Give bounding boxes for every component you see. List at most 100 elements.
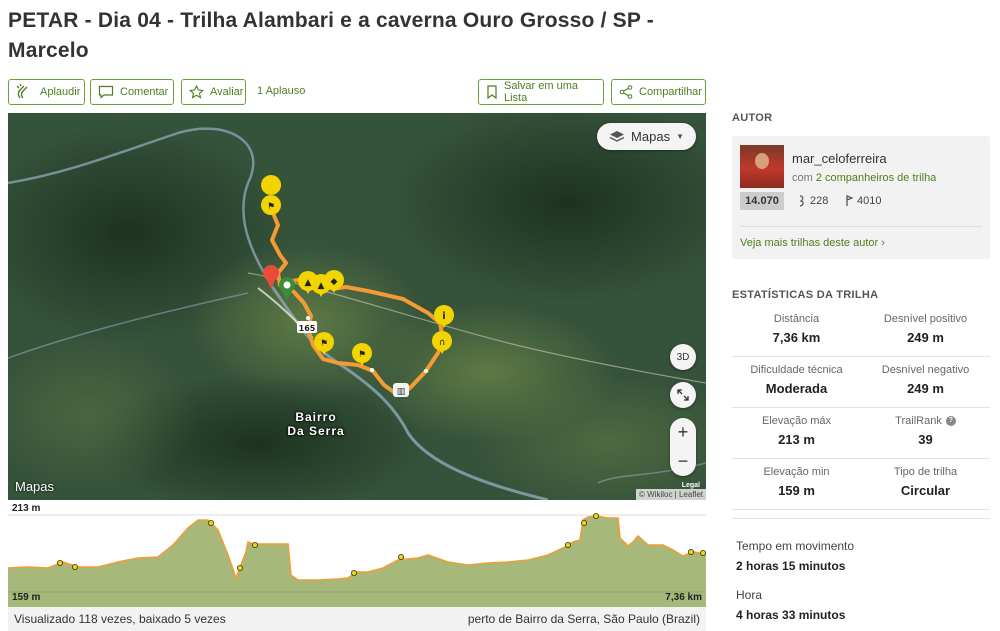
applaud-label: Aplaudir	[40, 86, 81, 98]
place-label-line1: Bairro	[295, 410, 337, 424]
map-3d-button[interactable]: 3D	[670, 344, 696, 370]
save-list-label: Salvar em uma Lista	[504, 80, 578, 104]
followers-icon	[799, 195, 804, 207]
stat-distance: Distância 7,36 km	[732, 306, 861, 356]
trail-footer: Visualizado 118 vezes, baixado 5 vezes p…	[8, 607, 706, 631]
share-icon	[619, 85, 633, 99]
stats-separator	[732, 518, 990, 519]
save-list-button[interactable]: Salvar em uma Lista	[478, 79, 604, 105]
svg-text:⚑: ⚑	[358, 350, 366, 360]
moving-time-label: Tempo em movimento	[736, 539, 855, 553]
stat-value: 213 m	[778, 432, 815, 447]
comment-button[interactable]: Comentar	[90, 79, 174, 105]
place-label: Bairro Da Serra	[276, 410, 356, 438]
trail-map[interactable]: 165 ⚑ ▲ ▲ ◆ i ∩ ⚑ ⚑ ▥ Mapas ▼ 3D + − Bai…	[8, 113, 706, 500]
applause-count[interactable]: 1 Aplauso	[257, 85, 305, 97]
svg-text:i: i	[442, 311, 445, 322]
legal-link[interactable]: Legal	[682, 482, 700, 489]
map-attribution[interactable]: © Wikiloc | Leaflet	[636, 489, 706, 500]
more-trails-link[interactable]: Veja mais trilhas deste autor ›	[740, 237, 885, 249]
moving-time-value: 2 horas 15 minutos	[736, 559, 846, 573]
expand-icon	[677, 389, 689, 401]
stat-elevation-gain: Desnível positivo 249 m	[861, 306, 990, 356]
stat-label: Desnível negativo	[881, 364, 970, 376]
stat-difficulty: Dificuldade técnica Moderada	[732, 357, 861, 407]
author-card: 14.070 mar_celoferreira com 2 companheir…	[732, 136, 990, 259]
stats-row: Elevação min 159 m Tipo de trilha Circular	[732, 459, 990, 510]
route-badge: 165	[299, 324, 316, 333]
stat-label: TrailRank	[895, 415, 942, 427]
total-time-value: 4 horas 33 minutos	[736, 608, 846, 622]
followers-count: 228	[810, 195, 829, 207]
stats-heading: ESTATÍSTICAS DA TRILHA	[732, 289, 879, 301]
apple-maps-label: Mapas	[15, 479, 55, 494]
stats-row: Elevação máx 213 m TrailRank? 39	[732, 408, 990, 459]
applause-icon	[16, 84, 28, 99]
total-time-label: Hora	[736, 588, 763, 602]
stat-elevation-loss: Desnível negativo 249 m	[861, 357, 990, 407]
stat-label-wrap: TrailRank?	[861, 414, 990, 428]
stat-label: Elevação min	[763, 466, 830, 478]
stat-max-elevation: Elevação máx 213 m	[732, 408, 861, 458]
stat-min-elevation: Elevação min 159 m	[732, 459, 861, 509]
map-3d-label: 3D	[676, 351, 690, 363]
svg-text:∩: ∩	[439, 338, 446, 348]
fullscreen-button[interactable]	[670, 382, 696, 408]
trail-location: perto de Bairro da Serra, São Paulo (Bra…	[467, 612, 700, 626]
stat-value: 249 m	[907, 381, 944, 396]
svg-text:▲: ▲	[318, 281, 325, 291]
apple-maps-logo: Mapas	[15, 479, 54, 494]
zoom-control: + −	[670, 418, 696, 476]
rate-label: Avaliar	[210, 86, 244, 98]
svg-text:◆: ◆	[331, 277, 338, 287]
stat-value: 249 m	[907, 330, 944, 345]
star-icon	[189, 85, 204, 99]
svg-text:⚑: ⚑	[267, 202, 275, 212]
stat-label: Dificuldade técnica	[750, 364, 843, 376]
author-name[interactable]: mar_celoferreira	[792, 151, 887, 166]
author-followers: 228	[798, 195, 828, 207]
trails-count: 4010	[857, 195, 882, 207]
map-layer-button[interactable]: Mapas ▼	[597, 123, 696, 150]
map-layer-label: Mapas	[631, 129, 671, 144]
author-trails: 4010	[845, 195, 881, 207]
bookmark-icon	[487, 85, 497, 99]
applaud-button[interactable]: Aplaudir	[8, 79, 85, 105]
stat-value: Circular	[900, 483, 951, 498]
companions-link[interactable]: 2 companheiros de trilha	[816, 172, 936, 184]
zoom-out-button[interactable]: −	[670, 447, 696, 476]
svg-text:⚑: ⚑	[320, 339, 328, 349]
elevation-min-label: 159 m	[12, 592, 41, 603]
companions-text: com 2 companheiros de trilha	[792, 172, 936, 184]
elevation-profile[interactable]: 213 m 159 m 7,36 km	[7, 500, 707, 607]
elevation-max-label: 213 m	[12, 503, 41, 514]
author-heading: AUTOR	[732, 112, 773, 124]
stat-label: Tipo de trilha	[893, 466, 958, 478]
author-rank-badge: 14.070	[740, 192, 784, 210]
satellite-background: 165 ⚑ ▲ ▲ ◆ i ∩ ⚑ ⚑ ▥	[8, 113, 706, 500]
rate-button[interactable]: Avaliar	[181, 79, 246, 105]
stat-trailrank: TrailRank? 39	[861, 408, 990, 458]
stats-row: Distância 7,36 km Desnível positivo 249 m	[732, 306, 990, 357]
stat-value: 39	[918, 432, 933, 447]
layers-icon	[609, 130, 625, 142]
stats-row: Dificuldade técnica Moderada Desnível neg…	[732, 357, 990, 408]
share-label: Compartilhar	[639, 86, 702, 98]
elevation-chart	[7, 512, 707, 607]
place-label-line2: Da Serra	[287, 424, 345, 438]
stat-value: 159 m	[778, 483, 815, 498]
stat-label: Desnível positivo	[883, 313, 968, 325]
share-button[interactable]: Compartilhar	[611, 79, 706, 105]
svg-text:▲: ▲	[305, 278, 312, 288]
stat-trail-type: Tipo de trilha Circular	[861, 459, 990, 509]
comment-icon	[98, 85, 114, 99]
stat-value: Moderada	[765, 381, 828, 396]
stat-value: 7,36 km	[772, 330, 821, 345]
stat-label: Elevação máx	[761, 415, 832, 427]
author-divider	[740, 226, 982, 227]
zoom-in-button[interactable]: +	[670, 418, 696, 447]
help-icon[interactable]: ?	[945, 416, 956, 426]
companions-prefix: com	[792, 172, 813, 184]
avatar[interactable]	[740, 145, 784, 188]
elevation-distance-label: 7,36 km	[665, 592, 702, 603]
